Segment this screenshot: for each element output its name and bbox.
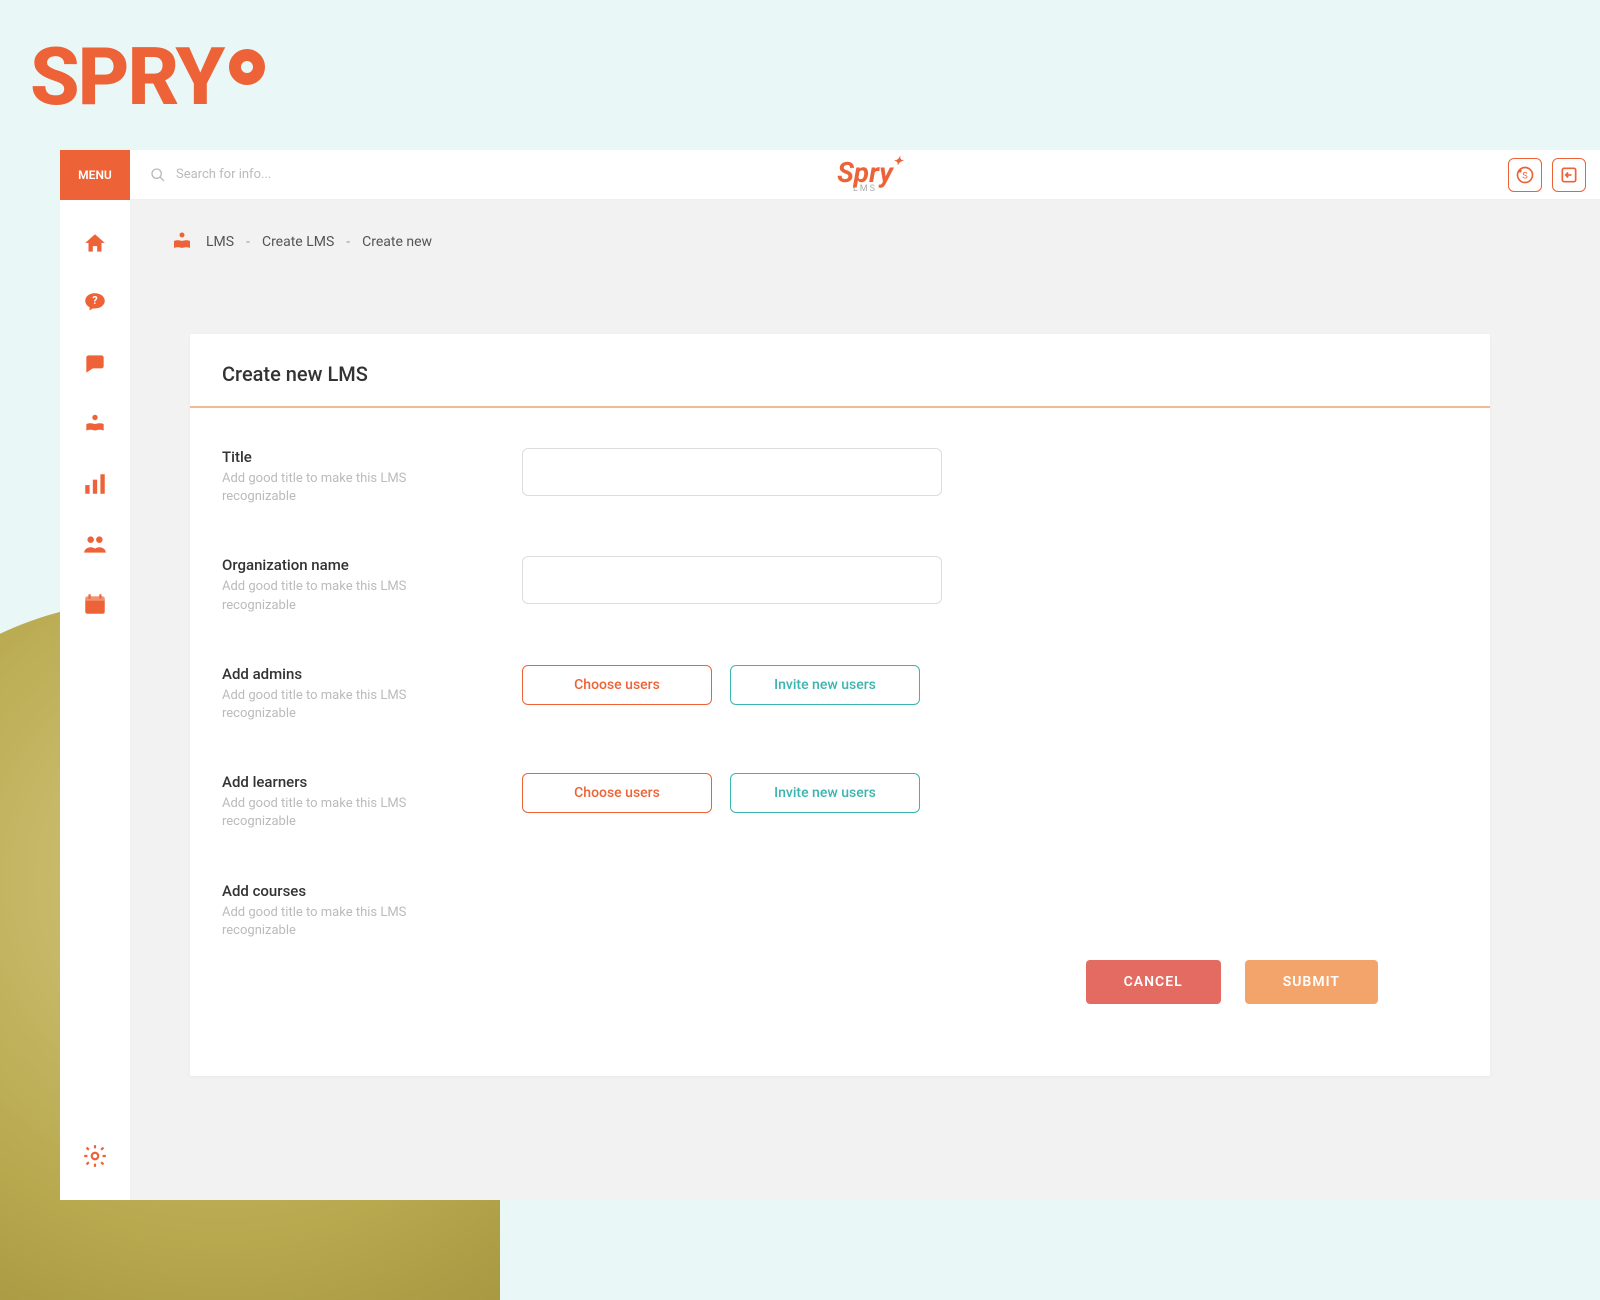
sidebar: ? [60,200,130,1200]
search-icon [150,167,166,183]
card-body: Title Add good title to make this LMS re… [190,408,1490,1076]
form-row-admins: Add admins Add good title to make this L… [222,665,1458,723]
learners-choose-button[interactable]: Choose users [522,773,712,813]
app-container: MENU Spry✦ LMS S ? [130,150,1600,1200]
card-title: Create new LMS [222,362,1458,386]
breadcrumb-leaf: Create new [362,234,432,250]
form-row-org: Organization name Add good title to make… [222,556,1458,614]
learners-label: Add learners [222,773,462,791]
profile-button[interactable]: S [1508,158,1542,192]
admins-label: Add admins [222,665,462,683]
card-header: Create new LMS [190,334,1490,408]
top-actions: S [1508,158,1586,192]
brand-logo: SPRY [30,30,265,124]
title-input[interactable] [522,448,942,496]
admins-choose-button[interactable]: Choose users [522,665,712,705]
form-row-learners: Add learners Add good title to make this… [222,773,1458,831]
users-icon[interactable] [81,530,109,558]
org-input[interactable] [522,556,942,604]
search-input[interactable] [176,167,376,182]
org-label: Organization name [222,556,462,574]
svg-text:?: ? [92,294,97,307]
title-label: Title [222,448,462,466]
learners-invite-button[interactable]: Invite new users [730,773,920,813]
help-icon[interactable]: ? [81,290,109,318]
courses-help: Add good title to make this LMS recogniz… [222,904,462,940]
home-icon[interactable] [81,230,109,258]
brand-name: SPRY [30,30,223,124]
learners-help: Add good title to make this LMS recogniz… [222,795,462,831]
breadcrumb-mid[interactable]: Create LMS [262,234,334,250]
chat-icon[interactable] [81,350,109,378]
topbar: MENU Spry✦ LMS S [130,150,1600,200]
search-wrap [130,167,376,183]
breadcrumb-icon [170,230,194,254]
breadcrumb-root[interactable]: LMS [206,234,234,250]
title-help: Add good title to make this LMS recogniz… [222,470,462,506]
breadcrumb-sep: - [246,234,250,250]
cancel-button[interactable]: CANCEL [1086,960,1221,1004]
org-help: Add good title to make this LMS recogniz… [222,578,462,614]
menu-button[interactable]: MENU [60,150,130,200]
admins-invite-button[interactable]: Invite new users [730,665,920,705]
form-row-courses: Add courses Add good title to make this … [222,882,1458,940]
logout-button[interactable] [1552,158,1586,192]
center-logo-text: Spry✦ [837,156,893,190]
calendar-icon[interactable] [81,590,109,618]
stats-icon[interactable] [81,470,109,498]
breadcrumb-sep: - [346,234,350,250]
center-logo: Spry✦ LMS [837,156,893,194]
star-icon: ✦ [893,154,903,168]
learning-icon[interactable] [81,410,109,438]
brand-dot-icon [229,49,265,85]
courses-label: Add courses [222,882,462,900]
form-card: Create new LMS Title Add good title to m… [190,334,1490,1076]
settings-icon[interactable] [81,1142,109,1170]
form-row-title: Title Add good title to make this LMS re… [222,448,1458,506]
submit-button[interactable]: SUBMIT [1245,960,1378,1004]
svg-text:S: S [1522,171,1528,181]
footer-actions: CANCEL SUBMIT [222,960,1458,1044]
admins-help: Add good title to make this LMS recogniz… [222,687,462,723]
breadcrumb: LMS - Create LMS - Create new [130,200,1600,254]
